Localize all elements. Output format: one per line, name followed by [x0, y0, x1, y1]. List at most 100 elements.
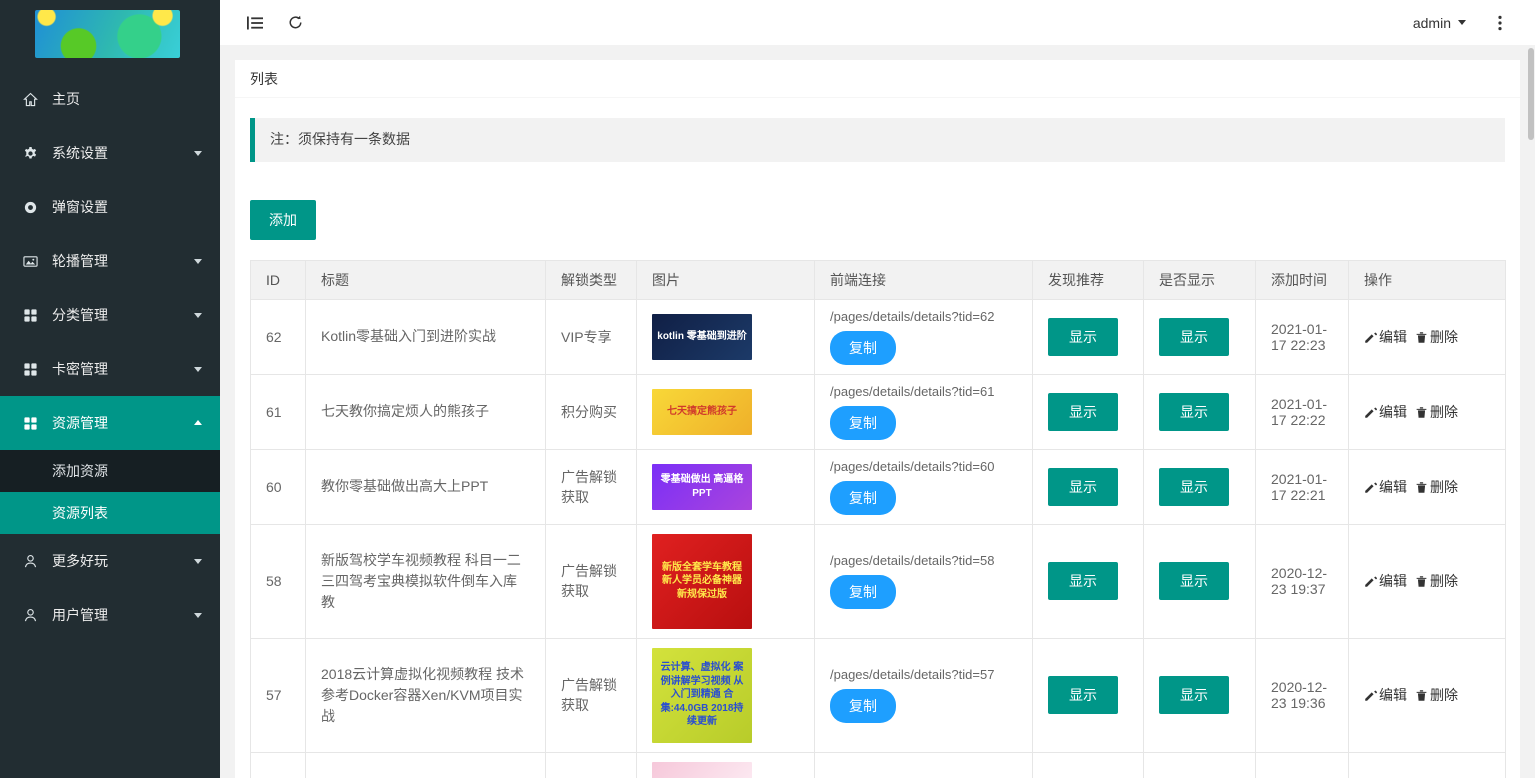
table-body: 62Kotlin零基础入门到进阶实战VIP专享 kotlin 零基础到进阶/pag… — [251, 299, 1506, 778]
cell-visible — [1144, 752, 1256, 778]
recommend-show-button[interactable]: 显示 — [1048, 393, 1118, 431]
sidebar-item[interactable]: 系统设置 — [0, 126, 220, 180]
copy-button[interactable]: 复制 — [830, 689, 896, 723]
column-header: ID — [251, 260, 306, 299]
cell-link: /pages/details/details?tid=57 复制 — [815, 638, 1033, 752]
delete-link[interactable]: 删除 — [1415, 404, 1458, 420]
chevron-down-icon — [194, 313, 202, 318]
gear-icon — [20, 146, 40, 161]
edit-link[interactable]: 编辑 — [1364, 573, 1407, 589]
sidebar-submenu: 添加资源资源列表 — [0, 450, 220, 534]
sidebar-item-label: 轮播管理 — [52, 251, 108, 271]
column-header: 操作 — [1349, 260, 1506, 299]
chevron-down-icon — [194, 259, 202, 264]
cell-title: Kotlin零基础入门到进阶实战 — [306, 299, 546, 374]
cell-id: 61 — [251, 374, 306, 449]
sidebar: 主页系统设置弹窗设置轮播管理分类管理卡密管理资源管理添加资源资源列表更多好玩用户… — [0, 0, 220, 778]
frontend-link: /pages/details/details?tid=61 — [830, 384, 1017, 399]
edit-link[interactable]: 编辑 — [1364, 479, 1407, 495]
cell-link: /pages/details/details?tid=62 复制 — [815, 299, 1033, 374]
cell-unlock-type — [546, 752, 637, 778]
recommend-show-button[interactable]: 显示 — [1048, 562, 1118, 600]
sidebar-subitem[interactable]: 添加资源 — [0, 450, 220, 492]
recommend-show-button[interactable]: 显示 — [1048, 468, 1118, 506]
sidebar-item[interactable]: 更多好玩 — [0, 534, 220, 588]
resource-table: ID标题解锁类型图片前端连接发现推荐是否显示添加时间操作 62Kotlin零基础… — [250, 260, 1506, 778]
resource-thumbnail: kotlin 零基础到进阶 — [652, 314, 752, 360]
copy-button[interactable]: 复制 — [830, 331, 896, 365]
recommend-show-button[interactable]: 显示 — [1048, 676, 1118, 714]
frontend-link: /pages/details/details?tid=60 — [830, 459, 1017, 474]
pencil-icon — [1364, 404, 1379, 420]
cell-image: 新版全套学车教程 新人学员必备神器 新规保过版 — [637, 524, 815, 638]
sidebar-item[interactable]: 资源管理 — [0, 396, 220, 450]
delete-link[interactable]: 删除 — [1415, 687, 1458, 703]
cell-unlock-type: 广告解锁获取 — [546, 449, 637, 524]
edit-link[interactable]: 编辑 — [1364, 687, 1407, 703]
cell-recommend: 显示 — [1033, 524, 1144, 638]
cell-unlock-type: VIP专享 — [546, 299, 637, 374]
sidebar-item[interactable]: 弹窗设置 — [0, 180, 220, 234]
delete-link[interactable]: 删除 — [1415, 573, 1458, 589]
sidebar-item[interactable]: 分类管理 — [0, 288, 220, 342]
cell-id: 62 — [251, 299, 306, 374]
sidebar-subitem[interactable]: 资源列表 — [0, 492, 220, 534]
cell-title: 七天教你搞定烦人的熊孩子 — [306, 374, 546, 449]
logo-image — [35, 10, 180, 58]
cell-actions — [1349, 752, 1506, 778]
sidebar-item[interactable]: 卡密管理 — [0, 342, 220, 396]
edit-link[interactable]: 编辑 — [1364, 329, 1407, 345]
copy-button[interactable]: 复制 — [830, 481, 896, 515]
visible-show-button[interactable]: 显示 — [1159, 318, 1229, 356]
cell-image: kotlin 零基础到进阶 — [637, 299, 815, 374]
cell-title: 2018云计算虚拟化视频教程 技术参考Docker容器Xen/KVM项目实战 — [306, 638, 546, 752]
user-menu[interactable]: admin — [1399, 15, 1480, 31]
collapse-menu-icon[interactable] — [235, 0, 275, 45]
refresh-icon[interactable] — [275, 0, 315, 45]
chevron-down-icon — [194, 367, 202, 372]
frontend-link: /pages/details/details?tid=57 — [830, 667, 1017, 682]
caret-down-icon — [1458, 20, 1466, 25]
carousel-icon — [20, 254, 40, 269]
cell-actions: 编辑删除 — [1349, 299, 1506, 374]
sidebar-item[interactable]: 轮播管理 — [0, 234, 220, 288]
cell-visible: 显示 — [1144, 449, 1256, 524]
sidebar-item-label: 弹窗设置 — [52, 197, 108, 217]
visible-show-button[interactable]: 显示 — [1159, 468, 1229, 506]
resource-thumbnail — [652, 762, 752, 778]
cell-image — [637, 752, 815, 778]
cell-id — [251, 752, 306, 778]
resource-thumbnail: 新版全套学车教程 新人学员必备神器 新规保过版 — [652, 534, 752, 629]
logo[interactable] — [0, 0, 220, 66]
scrollbar-thumb[interactable] — [1528, 48, 1534, 140]
delete-link[interactable]: 删除 — [1415, 329, 1458, 345]
sidebar-item-label: 主页 — [52, 89, 80, 109]
edit-link[interactable]: 编辑 — [1364, 404, 1407, 420]
resource-thumbnail: 云计算、虚拟化 案例讲解学习视频 从入门到精通 合集:44.0GB 2018持续… — [652, 648, 752, 743]
pencil-icon — [1364, 479, 1379, 495]
recommend-show-button[interactable]: 显示 — [1048, 318, 1118, 356]
popup-icon — [20, 200, 40, 215]
column-header: 是否显示 — [1144, 260, 1256, 299]
add-button[interactable]: 添加 — [250, 200, 316, 240]
copy-button[interactable]: 复制 — [830, 575, 896, 609]
pencil-icon — [1364, 573, 1379, 589]
cell-visible: 显示 — [1144, 524, 1256, 638]
copy-button[interactable]: 复制 — [830, 406, 896, 440]
more-menu-icon[interactable] — [1480, 0, 1520, 45]
visible-show-button[interactable]: 显示 — [1159, 393, 1229, 431]
delete-link[interactable]: 删除 — [1415, 479, 1458, 495]
topbar-right: admin — [1399, 0, 1520, 45]
sidebar-item[interactable]: 主页 — [0, 72, 220, 126]
frontend-link: /pages/details/details?tid=62 — [830, 309, 1017, 324]
column-header: 前端连接 — [815, 260, 1033, 299]
resource-icon — [20, 416, 40, 431]
visible-show-button[interactable]: 显示 — [1159, 562, 1229, 600]
chevron-up-icon — [194, 420, 202, 425]
sidebar-item[interactable]: 用户管理 — [0, 588, 220, 642]
table-row: 62Kotlin零基础入门到进阶实战VIP专享 kotlin 零基础到进阶/pag… — [251, 299, 1506, 374]
note-text: 注：须保持有一条数据 — [250, 118, 1505, 162]
scrollbar[interactable] — [1527, 45, 1535, 778]
visible-show-button[interactable]: 显示 — [1159, 676, 1229, 714]
cell-time: 2021-01-17 22:21 — [1256, 449, 1349, 524]
